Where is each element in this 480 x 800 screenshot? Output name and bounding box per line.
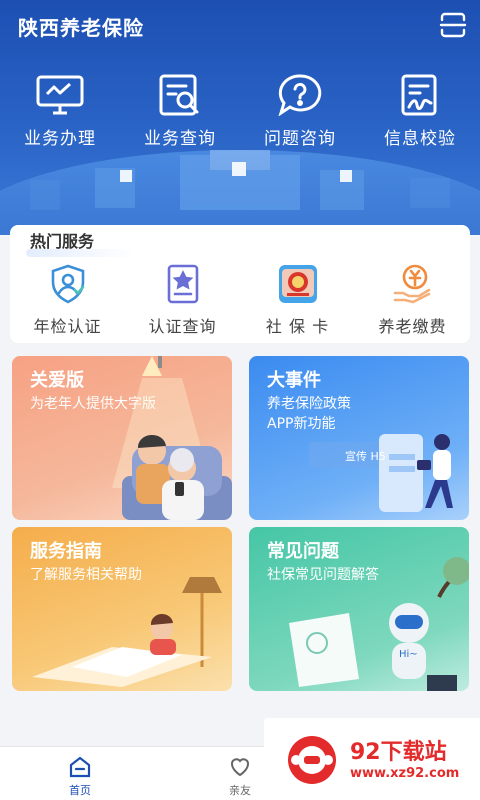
hot-services-row: 年检认证 认证查询 社 保 卡 养老缴费 bbox=[10, 263, 470, 337]
nav-label: 问题咨询 bbox=[264, 129, 336, 149]
city-illustration bbox=[30, 150, 450, 210]
tab-home[interactable]: 首页 bbox=[0, 747, 160, 800]
social-card-icon bbox=[278, 265, 317, 303]
watermark-logo-icon bbox=[288, 736, 336, 784]
star-doc-icon bbox=[167, 264, 198, 304]
service-guide-card[interactable]: 服务指南 了解服务相关帮助 bbox=[12, 527, 232, 691]
service-label: 年检认证 bbox=[33, 317, 102, 336]
yuan-hand-icon bbox=[393, 264, 430, 304]
robot-bubble: Hi~ bbox=[399, 649, 418, 660]
header-banner: 陕西养老保险 业务办理 业务查询 问题咨询 信息校验 bbox=[0, 0, 480, 235]
service-label: 社 保 卡 bbox=[265, 317, 330, 336]
service-pension-pay[interactable]: 养老缴费 bbox=[355, 263, 470, 337]
home-icon bbox=[69, 756, 91, 778]
nav-label: 业务查询 bbox=[144, 129, 216, 149]
watermark-overlay: 92下载站 www.xz92.com bbox=[264, 718, 480, 800]
watermark-title: 92下载站 bbox=[350, 740, 447, 765]
section-title: 热门服务 bbox=[30, 232, 95, 251]
service-cert-query[interactable]: 认证查询 bbox=[125, 263, 240, 337]
nav-business-query[interactable]: 业务查询 bbox=[120, 74, 240, 149]
h5-badge: 宣传 H5 bbox=[345, 450, 386, 463]
main-nav: 业务办理 业务查询 问题咨询 信息校验 bbox=[0, 74, 480, 149]
major-events-card[interactable]: 大事件 养老保险政策 APP新功能 宣传 H5 bbox=[249, 356, 469, 520]
nav-label: 业务办理 bbox=[24, 129, 96, 149]
tab-label: 首页 bbox=[69, 784, 91, 797]
monitor-icon bbox=[36, 75, 84, 115]
service-label: 养老缴费 bbox=[378, 317, 447, 336]
app-title: 陕西养老保险 bbox=[18, 16, 144, 40]
faq-card[interactable]: 常见问题 社保常见问题解答 Hi~ bbox=[249, 527, 469, 691]
nav-business-handle[interactable]: 业务办理 bbox=[0, 74, 120, 149]
heart-icon bbox=[231, 758, 249, 777]
scan-icon[interactable] bbox=[438, 10, 468, 40]
service-annual-cert[interactable]: 年检认证 bbox=[10, 263, 125, 337]
tab-label: 亲友 bbox=[229, 784, 251, 797]
elderly-couple-illustration bbox=[112, 356, 232, 520]
nav-consult[interactable]: 问题咨询 bbox=[240, 74, 360, 149]
nav-label: 信息校验 bbox=[384, 129, 456, 149]
nav-info-verify[interactable]: 信息校验 bbox=[360, 74, 480, 149]
app-root: 陕西养老保险 业务办理 业务查询 问题咨询 信息校验 热门服务 年检认证 认证查… bbox=[0, 0, 480, 800]
robot-illustration bbox=[289, 557, 469, 691]
service-social-card[interactable]: 社 保 卡 bbox=[240, 263, 355, 337]
question-bubble-icon bbox=[278, 74, 322, 116]
edit-doc-icon bbox=[401, 74, 437, 116]
presenter-illustration bbox=[309, 434, 453, 512]
search-doc-icon bbox=[159, 74, 199, 116]
care-edition-card[interactable]: 关爱版 为老年人提供大字版 bbox=[12, 356, 232, 520]
hot-services-panel: 热门服务 年检认证 认证查询 社 保 卡 养老缴费 bbox=[10, 225, 470, 343]
service-label: 认证查询 bbox=[148, 317, 217, 336]
shield-user-icon bbox=[51, 264, 84, 304]
watermark-url: www.xz92.com bbox=[350, 766, 460, 781]
reading-girl-illustration bbox=[32, 577, 222, 687]
